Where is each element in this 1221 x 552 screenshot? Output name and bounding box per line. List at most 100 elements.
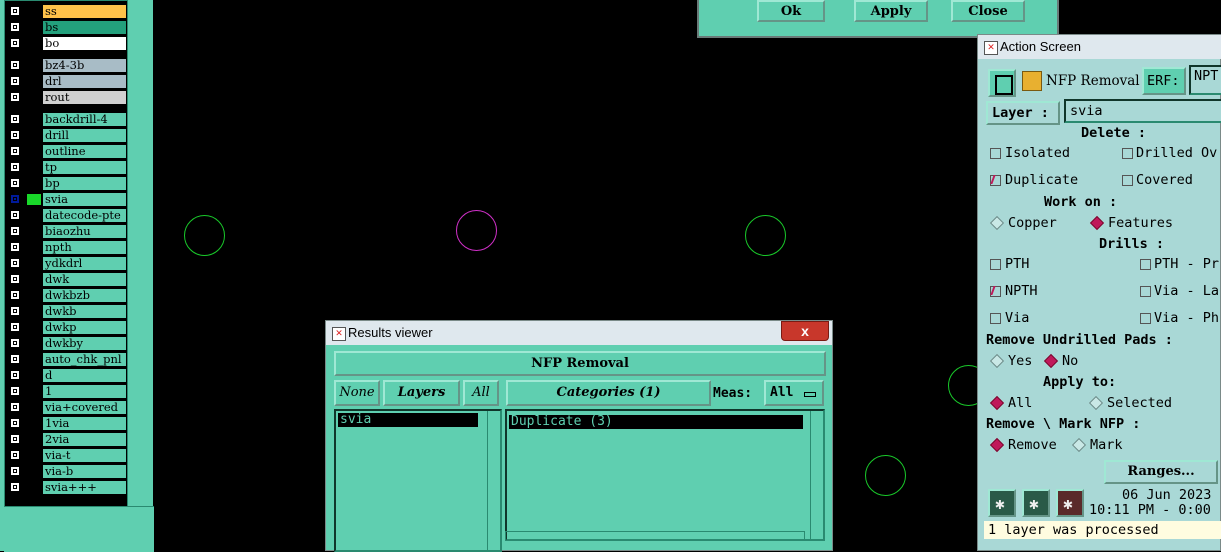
- layer-checkbox[interactable]: [10, 258, 20, 268]
- erf-field[interactable]: NPT: [1189, 65, 1221, 95]
- layer-checkbox[interactable]: [10, 338, 20, 348]
- layer-row[interactable]: d: [5, 368, 127, 383]
- results-viewer-titlebar[interactable]: ✕ Results viewer x: [326, 321, 832, 345]
- layer-checkbox[interactable]: [10, 146, 20, 156]
- layer-row[interactable]: dwkb: [5, 304, 127, 319]
- layer-row[interactable]: biaozhu: [5, 224, 127, 239]
- layer-row[interactable]: auto_chk_pnl: [5, 352, 127, 367]
- layer-checkbox[interactable]: [10, 226, 20, 236]
- layer-row[interactable]: via-t: [5, 448, 127, 463]
- layer-row[interactable]: 1: [5, 384, 127, 399]
- action-screen-titlebar[interactable]: ✕ Action Screen: [978, 35, 1221, 59]
- layer-checkbox[interactable]: [10, 210, 20, 220]
- layer-row[interactable]: rout: [5, 90, 127, 105]
- layer-row[interactable]: via-b: [5, 464, 127, 479]
- remove-radio[interactable]: [989, 437, 1005, 453]
- layer-row[interactable]: 1via: [5, 416, 127, 431]
- layer-checkbox[interactable]: [10, 402, 20, 412]
- layer-checkbox[interactable]: [10, 386, 20, 396]
- layer-row[interactable]: svia: [5, 192, 127, 207]
- layer-checkbox[interactable]: [10, 194, 20, 204]
- via-laser-checkbox[interactable]: [1140, 286, 1151, 297]
- layer-checkbox[interactable]: [10, 354, 20, 364]
- none-button[interactable]: None: [334, 380, 380, 406]
- layers-button[interactable]: Layers: [383, 380, 460, 406]
- close-window-button[interactable]: x: [781, 321, 829, 341]
- close-button[interactable]: Close: [951, 0, 1025, 22]
- layer-checkbox[interactable]: [10, 130, 20, 140]
- layer-checkbox[interactable]: [10, 370, 20, 380]
- via-photo-checkbox[interactable]: [1140, 313, 1151, 324]
- layer-row[interactable]: dwkp: [5, 320, 127, 335]
- apply-button[interactable]: Apply: [854, 0, 928, 22]
- isolated-checkbox[interactable]: [990, 148, 1001, 159]
- all-button[interactable]: All: [463, 380, 499, 406]
- layer-checkbox[interactable]: [10, 60, 20, 70]
- ranges-button[interactable]: Ranges...: [1104, 460, 1218, 484]
- layer-checkbox[interactable]: [10, 274, 20, 284]
- layer-checkbox[interactable]: [10, 306, 20, 316]
- drilled-over-checkbox[interactable]: [1122, 148, 1133, 159]
- layer-row[interactable]: npth: [5, 240, 127, 255]
- layer-row[interactable]: drl: [5, 74, 127, 89]
- erf-button[interactable]: ERF:: [1142, 67, 1186, 95]
- layer-field[interactable]: svia: [1064, 99, 1221, 123]
- layer-row[interactable]: dwk: [5, 272, 127, 287]
- action-menu-button[interactable]: [988, 69, 1016, 97]
- mark-radio[interactable]: [1071, 437, 1087, 453]
- via-checkbox[interactable]: [990, 313, 1001, 324]
- apply-all-radio[interactable]: [989, 395, 1005, 411]
- layer-checkbox[interactable]: [10, 242, 20, 252]
- layer-checkbox[interactable]: [10, 178, 20, 188]
- layer-row[interactable]: datecode-pte: [5, 208, 127, 223]
- layer-checkbox[interactable]: [10, 434, 20, 444]
- layer-row[interactable]: svia+++: [5, 480, 127, 495]
- duplicate-checkbox[interactable]: [990, 175, 1001, 186]
- layer-checkbox[interactable]: [10, 38, 20, 48]
- layer-row[interactable]: via+covered: [5, 400, 127, 415]
- copper-radio[interactable]: [989, 215, 1005, 231]
- layer-checkbox[interactable]: [10, 162, 20, 172]
- category-results-list[interactable]: Duplicate (3): [505, 409, 825, 541]
- stop-run-button[interactable]: ✱: [1056, 489, 1084, 517]
- layer-row[interactable]: 2via: [5, 432, 127, 447]
- layer-checkbox[interactable]: [10, 92, 20, 102]
- apply-selected-radio[interactable]: [1088, 395, 1104, 411]
- yes-radio[interactable]: [989, 353, 1005, 369]
- category-list-hscrollbar[interactable]: [505, 531, 805, 541]
- layer-checkbox[interactable]: [10, 418, 20, 428]
- pth-checkbox[interactable]: [990, 259, 1001, 270]
- layer-row[interactable]: dwkby: [5, 336, 127, 351]
- categories-button[interactable]: Categories (1): [506, 380, 711, 406]
- layer-list-scrollbar[interactable]: [487, 411, 500, 550]
- layer-row[interactable]: bz4-3b: [5, 58, 127, 73]
- layer-row[interactable]: bo: [5, 36, 127, 51]
- layer-row[interactable]: ydkdrl: [5, 256, 127, 271]
- no-radio[interactable]: [1043, 353, 1059, 369]
- layer-row[interactable]: bp: [5, 176, 127, 191]
- layer-result-item[interactable]: svia: [338, 413, 478, 427]
- layer-row[interactable]: dwkbzb: [5, 288, 127, 303]
- ok-button[interactable]: Ok: [757, 0, 825, 22]
- category-list-scrollbar[interactable]: [810, 411, 823, 539]
- npth-checkbox[interactable]: [990, 286, 1001, 297]
- covered-checkbox[interactable]: [1122, 175, 1133, 186]
- layer-checkbox[interactable]: [10, 482, 20, 492]
- layer-checkbox[interactable]: [10, 76, 20, 86]
- category-result-item[interactable]: Duplicate (3): [509, 415, 803, 429]
- layer-row[interactable]: backdrill-4: [5, 112, 127, 127]
- layer-checkbox[interactable]: [10, 450, 20, 460]
- layer-checkbox[interactable]: [10, 290, 20, 300]
- layer-checkbox[interactable]: [10, 114, 20, 124]
- meas-select[interactable]: All: [764, 380, 824, 406]
- features-radio[interactable]: [1089, 215, 1105, 231]
- pth-press-checkbox[interactable]: [1140, 259, 1151, 270]
- layer-checkbox[interactable]: [10, 466, 20, 476]
- run-step-button[interactable]: ✱: [1022, 489, 1050, 517]
- layer-checkbox[interactable]: [10, 6, 20, 16]
- layer-checkbox[interactable]: [10, 322, 20, 332]
- layer-row[interactable]: drill: [5, 128, 127, 143]
- layer-row[interactable]: ss: [5, 4, 127, 19]
- layer-row[interactable]: tp: [5, 160, 127, 175]
- layer-checkbox[interactable]: [10, 22, 20, 32]
